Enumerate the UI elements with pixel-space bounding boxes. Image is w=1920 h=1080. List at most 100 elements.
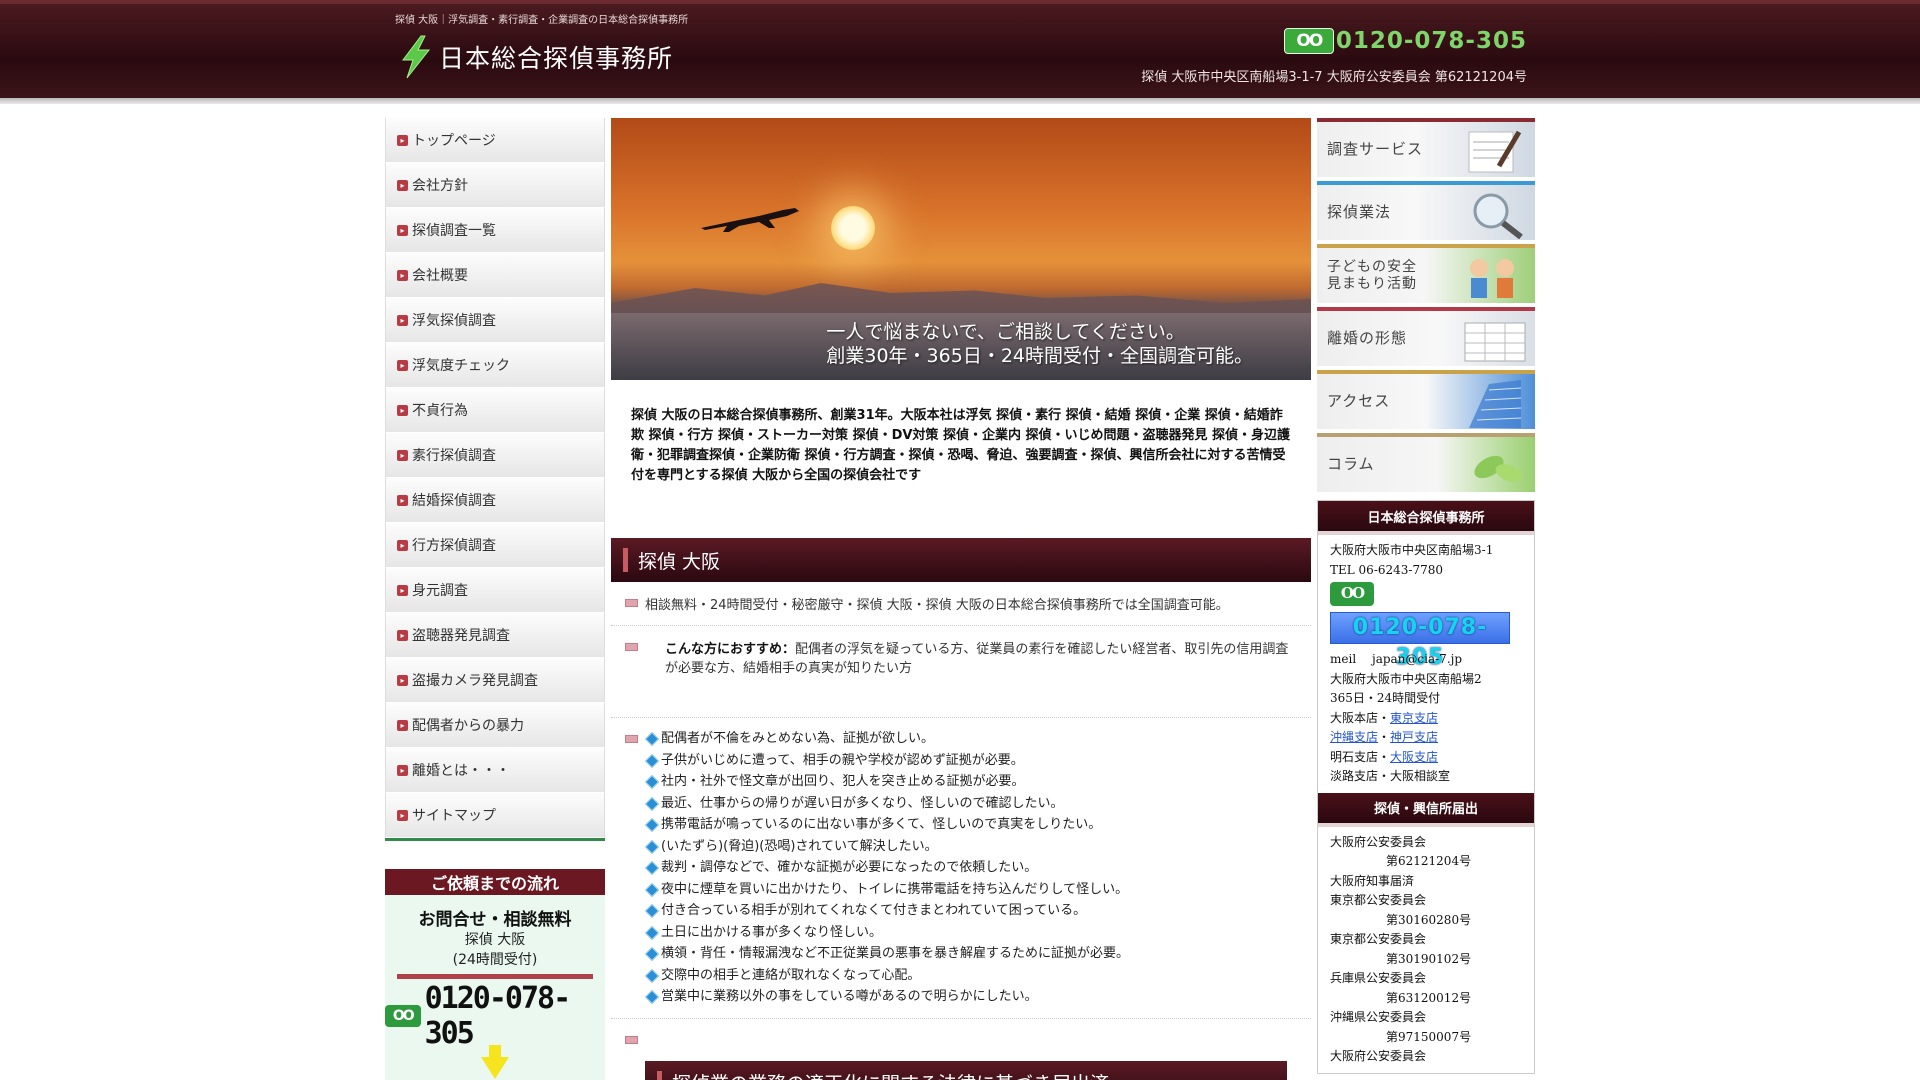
banner-access[interactable]: アクセス	[1317, 370, 1535, 429]
banner-column[interactable]: コラム	[1317, 433, 1535, 492]
chevron-right-icon: ▸	[397, 809, 408, 821]
section-title-2: 探偵業の業務の適正化に関する法律に基づき届出済	[672, 1069, 1109, 1080]
chevron-right-icon: ▸	[397, 314, 408, 326]
envelope-icon	[625, 599, 638, 607]
case-list-item: 営業中に業務以外の事をしている噂があるので明らかにしたい。	[645, 986, 1301, 1008]
banner-investigation-services[interactable]: 調査サービス	[1317, 118, 1535, 177]
nav-item-label: 素行探偵調査	[412, 448, 496, 464]
nav-item-label: 離婚とは・・・	[412, 763, 510, 779]
flow-phone-number: 0120-078-305	[424, 981, 572, 1051]
chevron-right-icon: ▸	[397, 629, 408, 641]
registry-office: 大阪府知事届済	[1330, 873, 1415, 888]
office-address: 大阪府大阪市中央区南船場3-1	[1330, 543, 1494, 557]
chevron-right-icon: ▸	[397, 404, 408, 416]
link-kobe-branch[interactable]: 神戸支店	[1390, 730, 1438, 744]
link-tokyo-branch[interactable]: 東京支店	[1390, 711, 1438, 725]
header-divider	[0, 98, 1920, 104]
nav-item[interactable]: ▸ 盗撮カメラ発見調査	[385, 658, 605, 703]
header-address: 探偵 大阪市中央区南船場3-1-7 大阪府公安委員会 第62121204号	[1141, 70, 1527, 85]
section-title-bar: 探偵 大阪	[611, 538, 1311, 582]
nav-item[interactable]: ▸ 浮気度チェック	[385, 343, 605, 388]
chevron-right-icon: ▸	[397, 719, 408, 731]
office-info-box: 日本総合探偵事務所 大阪府大阪市中央区南船場3-1 TEL 06-6243-77…	[1317, 500, 1535, 1074]
branch-line-3: 明石支店・大阪支店	[1330, 749, 1439, 764]
leaf-icon	[1474, 455, 1523, 482]
office-phone-button[interactable]: 0120-078-305	[1330, 612, 1510, 670]
chevron-right-icon: ▸	[397, 359, 408, 371]
sun-graphic	[831, 206, 875, 250]
nav-item-label: 不貞行為	[412, 403, 468, 419]
banner-label: 子どもの安全 見まもり活動	[1327, 258, 1417, 292]
header-tagline: 探偵 大阪｜浮気調査・素行調査・企業調査の日本総合探偵事務所	[395, 15, 689, 26]
page-body: ▸ トップページ ▸ 会社方針 ▸ 探偵調査一覧 ▸ 会社概要 ▸ 浮気探偵調査 ▸ 浮気度チェック ▸…	[385, 118, 1535, 1080]
site-logo[interactable]: 日本総合探偵事務所	[395, 34, 673, 80]
branch-line-1: 大阪本店・東京支店	[1330, 710, 1439, 725]
side-nav: ▸ トップページ ▸ 会社方針 ▸ 探偵調査一覧 ▸ 会社概要 ▸ 浮気探偵調査 ▸ 浮気度チェック ▸…	[385, 118, 605, 841]
nav-item[interactable]: ▸ 身元調査	[385, 568, 605, 613]
right-sidebar: 調査サービス 探偵業法 子どもの安全 見まもり活動 離婚の形態 アクセス コラム…	[1317, 118, 1535, 1074]
banner-label: 探偵業法	[1327, 203, 1392, 221]
nav-item-label: 浮気度チェック	[412, 358, 510, 374]
document-icon	[1464, 322, 1526, 362]
banner-label: アクセス	[1327, 392, 1391, 410]
nav-item[interactable]: ▸ トップページ	[385, 118, 605, 163]
chevron-right-icon: ▸	[397, 269, 408, 281]
chevron-right-icon: ▸	[397, 584, 408, 596]
nav-item-label: 結婚探偵調査	[412, 493, 496, 509]
nav-item[interactable]: ▸ 会社概要	[385, 253, 605, 298]
branch-line-4: 淡路支店・大阪相談室	[1330, 769, 1451, 783]
pen-icon	[1468, 130, 1522, 173]
nav-item[interactable]: ▸ 素行探偵調査	[385, 433, 605, 478]
link-osaka-branch[interactable]: 大阪支店	[1390, 750, 1438, 764]
service-summary-row: 相談無料・24時間受付・秘密厳守・探偵 大阪・探偵 大阪の日本総合探偵事務所では…	[611, 582, 1311, 626]
nav-item[interactable]: ▸ 結婚探偵調査	[385, 478, 605, 523]
nav-item[interactable]: ▸ 行方探偵調査	[385, 523, 605, 568]
building-icon	[1469, 380, 1522, 428]
flow-line-1: 探偵 大阪	[464, 932, 526, 948]
registry-title: 探偵・興信所届出	[1318, 792, 1534, 827]
branch-line-2: 沖縄支店・神戸支店	[1330, 730, 1439, 744]
registry-office: 兵庫県公安委員会	[1330, 971, 1427, 985]
nav-item[interactable]: ▸ 不貞行為	[385, 388, 605, 433]
nav-item[interactable]: ▸ 配偶者からの暴力	[385, 703, 605, 748]
freedial-icon: OO	[385, 1005, 421, 1027]
banner-detective-law[interactable]: 探偵業法	[1317, 181, 1535, 240]
chevron-right-icon: ▸	[397, 674, 408, 686]
recommend-row: こんな方におすすめ：配偶者の浮気を疑っている方、従業員の素行を確認したい経営者、…	[611, 626, 1311, 718]
office-tel: TEL 06-6243-7780	[1330, 562, 1444, 577]
nav-item[interactable]: ▸ 会社方針	[385, 163, 605, 208]
nav-item[interactable]: ▸ 離婚とは・・・	[385, 748, 605, 793]
flow-phone[interactable]: OO 0120-078-305	[385, 981, 605, 1051]
chevron-right-icon: ▸	[397, 134, 408, 146]
nav-item[interactable]: ▸ サイトマップ	[385, 793, 605, 838]
chevron-right-icon: ▸	[397, 494, 408, 506]
lightning-icon	[402, 35, 431, 79]
banner-divorce-types[interactable]: 離婚の形態	[1317, 307, 1535, 366]
banner-label: 調査サービス	[1327, 140, 1424, 158]
flow-subtitle: お問合せ・相談無料	[418, 910, 572, 930]
nav-item[interactable]: ▸ 盗聴器発見調査	[385, 613, 605, 658]
nav-item[interactable]: ▸ 探偵調査一覧	[385, 208, 605, 253]
registry-number: 第97150007号	[1386, 1029, 1472, 1044]
envelope-icon	[625, 643, 638, 651]
nav-item-label: 会社方針	[412, 178, 468, 194]
case-list-row: 配偶者が不倫をみとめない為、証拠が欲しい。 子供がいじめに遭って、相手の親や学校が…	[611, 718, 1311, 1019]
case-list-item: 夜中に煙草を買いに出かけたり、トイレに携帯電話を持ち込んだりして怪しい。	[645, 879, 1301, 901]
case-list-item: 携帯電話が鳴っているのに出ない事が多くて、怪しいので真実をしりたい。	[645, 814, 1301, 836]
flow-title: ご依頼までの流れ	[385, 869, 605, 895]
registry-office: 東京都公安委員会	[1330, 932, 1427, 946]
nav-item-label: 探偵調査一覧	[412, 223, 496, 239]
case-list-item: 裁判・調停などで、確かな証拠が必要になったので依頼したい。	[645, 857, 1301, 879]
hero-banner: 一人で悩まないで、ご相談してください。 創業30年・365日・24時間受付・全国…	[611, 118, 1311, 380]
chevron-right-icon: ▸	[397, 449, 408, 461]
freedial-icon: OO	[1283, 28, 1334, 54]
banner-child-safety[interactable]: 子どもの安全 見まもり活動	[1317, 244, 1535, 303]
link-okinawa-branch[interactable]: 沖縄支店	[1330, 730, 1378, 744]
chevron-right-icon: ▸	[397, 764, 408, 776]
header-phone-number: 0120-078-305	[1335, 28, 1527, 54]
header-phone[interactable]: OO 0120-078-305	[1283, 28, 1527, 54]
banner-label: コラム	[1327, 455, 1375, 473]
office-mail: meil japan@cia-7.jp	[1330, 652, 1463, 666]
nav-item[interactable]: ▸ 浮気探偵調査	[385, 298, 605, 343]
section-mark	[623, 548, 628, 572]
